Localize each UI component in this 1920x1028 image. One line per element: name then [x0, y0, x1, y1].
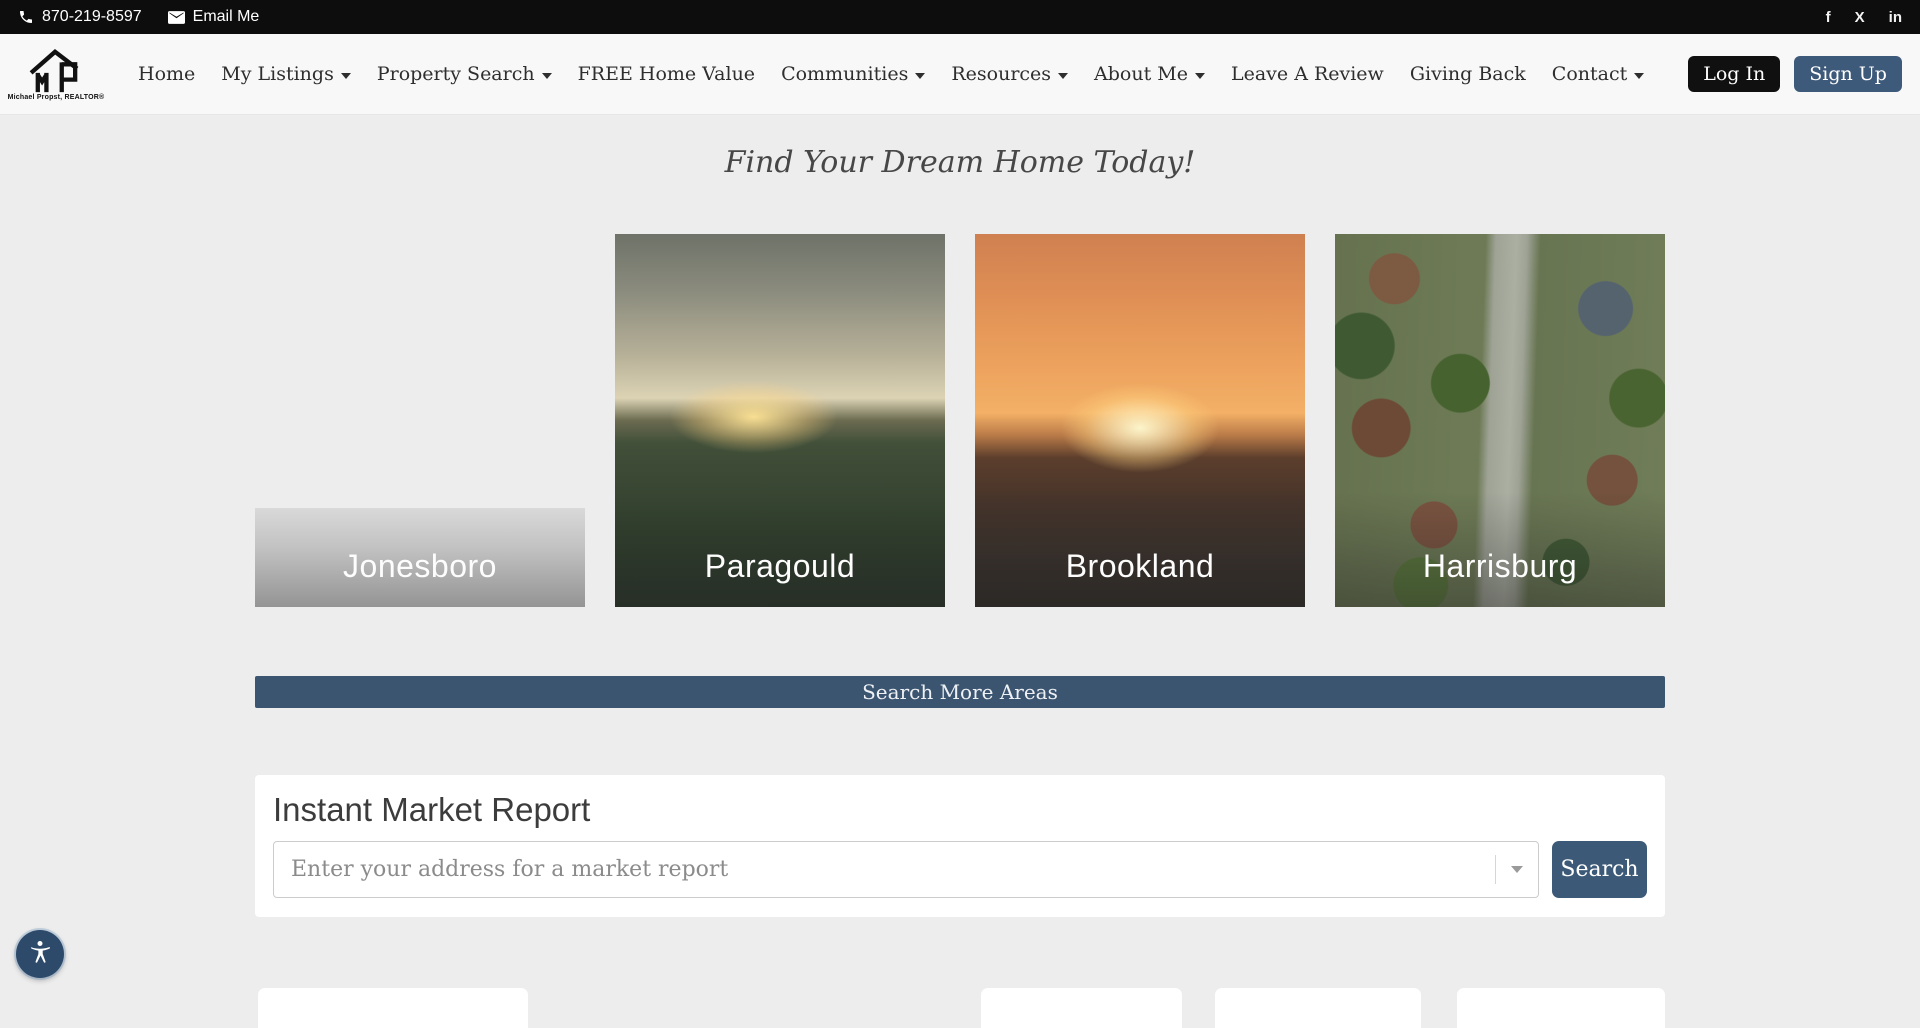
nav-item-communities[interactable]: Communities: [781, 63, 925, 85]
community-card-label: Paragould: [615, 548, 945, 585]
community-card-label: Brookland: [975, 548, 1305, 585]
community-card-jonesboro[interactable]: Jonesboro: [255, 234, 585, 607]
nav-item-label: Leave A Review: [1231, 63, 1384, 85]
main-navbar: Michael Propst, REALTOR® Home My Listing…: [0, 34, 1920, 115]
address-combobox: [273, 841, 1539, 898]
chevron-down-icon: [1511, 866, 1523, 873]
nav-item-contact[interactable]: Contact: [1552, 63, 1644, 85]
address-dropdown-toggle[interactable]: [1495, 841, 1539, 898]
nav-item-label: FREE Home Value: [578, 63, 755, 85]
mp-house-logo-icon: [27, 48, 85, 94]
phone-number: 870-219-8597: [42, 8, 142, 26]
email-link[interactable]: Email Me: [168, 8, 260, 26]
market-search-button[interactable]: Search: [1552, 841, 1647, 898]
nav-item-label: Communities: [781, 63, 908, 85]
nav-item-label: About Me: [1094, 63, 1188, 85]
next-section-card-peek: [981, 988, 1182, 1028]
chevron-down-icon: [915, 73, 925, 79]
phone-link[interactable]: 870-219-8597: [18, 8, 142, 26]
community-card-harrisburg[interactable]: Harrisburg: [1335, 234, 1665, 607]
instant-market-report-card: Instant Market Report Search: [255, 775, 1665, 917]
community-card-paragould[interactable]: Paragould: [615, 234, 945, 607]
next-section-card-peek: [1457, 988, 1665, 1028]
chevron-down-icon: [1058, 73, 1068, 79]
nav-item-leave-a-review[interactable]: Leave A Review: [1231, 63, 1384, 85]
nav-item-resources[interactable]: Resources: [951, 63, 1068, 85]
nav-item-label: Contact: [1552, 63, 1627, 85]
facebook-icon[interactable]: f: [1826, 9, 1831, 26]
x-twitter-icon[interactable]: X: [1855, 9, 1865, 26]
nav-links: Home My Listings Property Search FREE Ho…: [138, 63, 1644, 85]
site-logo[interactable]: Michael Propst, REALTOR®: [18, 48, 94, 101]
community-card-brookland[interactable]: Brookland: [975, 234, 1305, 607]
nav-item-label: Property Search: [377, 63, 535, 85]
nav-item-label: Home: [138, 63, 195, 85]
chevron-down-icon: [542, 73, 552, 79]
search-more-areas-button[interactable]: Search More Areas: [255, 676, 1665, 708]
community-card-label: Jonesboro: [255, 548, 585, 585]
nav-item-label: Giving Back: [1410, 63, 1526, 85]
linkedin-icon[interactable]: in: [1889, 9, 1902, 26]
chevron-down-icon: [1195, 73, 1205, 79]
top-utility-bar: 870-219-8597 Email Me f X in: [0, 0, 1920, 34]
logo-caption: Michael Propst, REALTOR®: [8, 94, 105, 101]
accessibility-widget-button[interactable]: [16, 930, 64, 978]
nav-item-free-home-value[interactable]: FREE Home Value: [578, 63, 755, 85]
input-divider: [1495, 855, 1496, 884]
chevron-down-icon: [341, 73, 351, 79]
next-section-card-peek: [258, 988, 528, 1028]
nav-item-home[interactable]: Home: [138, 63, 195, 85]
envelope-icon: [168, 11, 185, 24]
accessibility-person-icon: [27, 939, 53, 970]
phone-icon: [18, 9, 34, 25]
address-input[interactable]: [273, 841, 1539, 898]
login-button[interactable]: Log In: [1688, 56, 1780, 93]
chevron-down-icon: [1634, 73, 1644, 79]
nav-item-label: My Listings: [221, 63, 334, 85]
community-card-label: Harrisburg: [1335, 548, 1665, 585]
nav-item-about-me[interactable]: About Me: [1094, 63, 1205, 85]
page-title: Find Your Dream Home Today!: [255, 145, 1665, 180]
nav-item-property-search[interactable]: Property Search: [377, 63, 552, 85]
community-cards-row: Jonesboro Paragould Brookland Harrisburg: [255, 234, 1665, 607]
community-photo-jonesboro-loading: Jonesboro: [255, 508, 585, 607]
nav-item-giving-back[interactable]: Giving Back: [1410, 63, 1526, 85]
nav-item-my-listings[interactable]: My Listings: [221, 63, 351, 85]
nav-item-label: Resources: [951, 63, 1051, 85]
market-report-title: Instant Market Report: [273, 791, 1647, 829]
next-section-card-peek: [1215, 988, 1421, 1028]
signup-button[interactable]: Sign Up: [1794, 56, 1902, 93]
email-label: Email Me: [193, 8, 260, 26]
